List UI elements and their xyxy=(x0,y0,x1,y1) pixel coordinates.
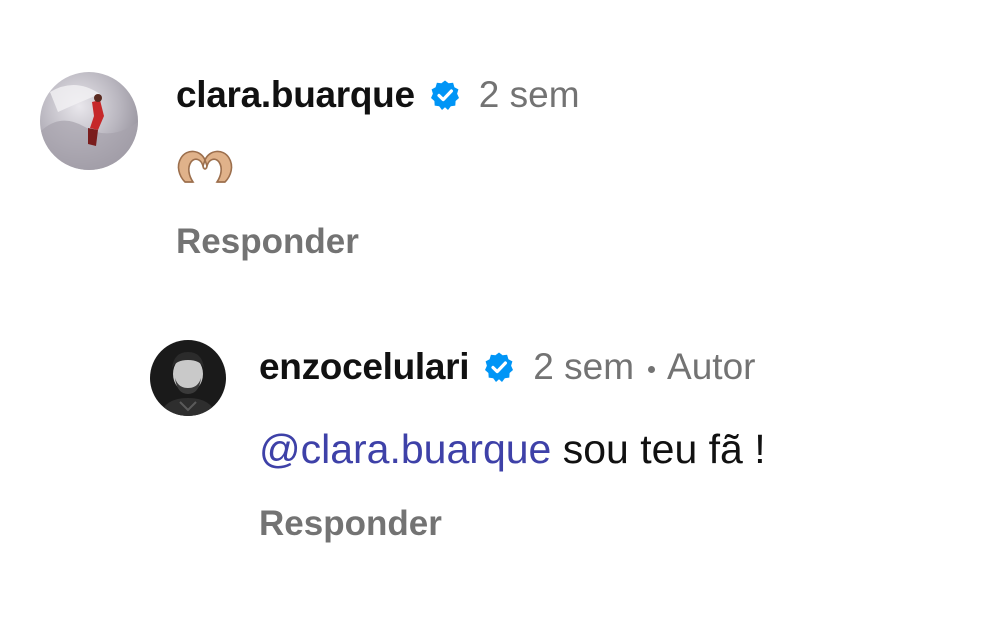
heart-hands-icon xyxy=(173,146,237,186)
enzo-avatar-image xyxy=(150,340,226,416)
reply-username[interactable]: enzocelulari xyxy=(259,346,470,388)
comment-header: clara.buarque 2 sem xyxy=(176,74,580,116)
reply-message: sou teu fã ! xyxy=(551,426,766,472)
author-badge: Autor xyxy=(667,346,756,387)
comment-username[interactable]: clara.buarque xyxy=(176,74,415,116)
avatar-clara[interactable] xyxy=(40,72,138,170)
comment-timestamp: 2 sem xyxy=(478,74,580,115)
verified-badge-icon xyxy=(483,351,515,383)
reply-header: enzocelulari 2 sem Autor xyxy=(259,346,755,388)
clara-avatar-image xyxy=(40,72,138,170)
reply-button[interactable]: Responder xyxy=(176,222,359,262)
reply-button[interactable]: Responder xyxy=(259,504,442,544)
separator-dot xyxy=(648,365,656,373)
avatar-enzo[interactable] xyxy=(150,340,226,416)
mention-link[interactable]: @clara.buarque xyxy=(259,426,551,472)
reply-text: @clara.buarque sou teu fã ! xyxy=(259,426,766,473)
verified-badge-icon xyxy=(429,79,461,111)
reply-timestamp: 2 sem xyxy=(533,346,635,387)
